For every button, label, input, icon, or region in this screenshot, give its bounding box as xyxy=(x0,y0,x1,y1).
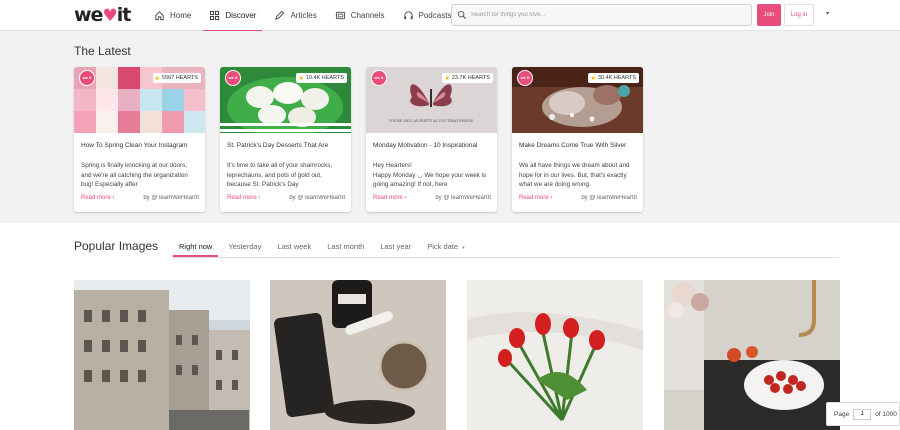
article-card[interactable]: YOU'RE ONLY AS PRETTY AS YOU TREAT PEOPL… xyxy=(366,67,497,212)
star-icon: ★ xyxy=(298,75,304,82)
hearts-count: 23.7K HEARTS xyxy=(451,75,490,81)
star-icon: ★ xyxy=(444,75,450,82)
nav-channels[interactable]: Channels xyxy=(331,0,389,31)
tulips-photo xyxy=(467,280,643,430)
popular-image[interactable] xyxy=(467,280,643,430)
hearts-count: 30.4K HEARTS xyxy=(597,75,636,81)
home-icon xyxy=(155,11,164,21)
popular-title: Popular Images xyxy=(74,239,159,253)
article-card-image[interactable]: we it ★ 10.4K HEARTS xyxy=(220,67,351,133)
article-card-excerpt: We all have things we dream about and ho… xyxy=(519,162,630,188)
tab-last-year[interactable]: Last year xyxy=(374,240,417,257)
channels-icon xyxy=(335,11,345,20)
nav-home-label: Home xyxy=(170,11,192,20)
article-card-title[interactable]: How To Spring Clean Your Instagram xyxy=(81,142,199,149)
search-icon xyxy=(457,10,467,20)
hearts-count: 5567 HEARTS xyxy=(162,75,198,81)
article-card[interactable]: we it ★ 10.4K HEARTS St. Patrick's Day De… xyxy=(220,67,351,212)
top-header: we♥it Home Discover Articles Channels Po… xyxy=(0,0,900,32)
weheartit-logo[interactable]: we♥it xyxy=(74,4,132,26)
weheartit-badge: we it xyxy=(371,70,387,86)
article-byline[interactable]: by @TeamWeHeartIt xyxy=(143,195,199,201)
nav-discover[interactable]: Discover xyxy=(203,0,263,32)
nav-podcasts-label: Podcasts xyxy=(418,11,452,20)
article-card[interactable]: we it ★ 30.4K HEARTS Make Dreams Come Tru… xyxy=(512,67,643,212)
paris-street-photo xyxy=(74,280,250,430)
tab-last-week[interactable]: Last week xyxy=(271,240,317,257)
article-card-footer: Read more › by @TeamWeHeartIt xyxy=(373,195,491,201)
latest-section: The Latest we it ★ 5567 HEARTS How To Spr… xyxy=(0,31,900,223)
nav-podcasts[interactable]: Podcasts xyxy=(399,0,456,31)
heart-icon: ♥ xyxy=(102,6,117,26)
chevron-down-icon[interactable]: ▾ xyxy=(826,10,829,17)
article-card-title[interactable]: Make Dreams Come True With Silver xyxy=(519,142,637,149)
logo-suffix: it xyxy=(116,4,132,26)
star-icon: ★ xyxy=(590,75,596,82)
hearts-count-badge: ★ 23.7K HEARTS xyxy=(442,73,493,83)
nav-articles[interactable]: Articles xyxy=(270,0,320,31)
tab-pick-date-label: Pick date xyxy=(427,242,459,251)
login-button[interactable]: Log in xyxy=(784,4,814,26)
chevron-down-icon: ▾ xyxy=(462,245,465,251)
pager-total: of 1000 xyxy=(875,410,897,418)
star-icon: ★ xyxy=(154,75,161,82)
weheartit-badge: we it xyxy=(225,70,241,86)
read-more-link[interactable]: Read more › xyxy=(373,195,406,201)
headphones-icon xyxy=(403,11,413,20)
read-more-link[interactable]: Read more › xyxy=(227,195,260,201)
main-nav: Home Discover Articles Channels Podcasts xyxy=(150,0,465,32)
read-more-link[interactable]: Read more › xyxy=(81,195,114,201)
popular-image[interactable] xyxy=(270,280,446,430)
article-byline[interactable]: by @TeamWeHeartIt xyxy=(581,195,637,201)
pager-label: Page xyxy=(834,410,850,418)
article-card-image[interactable]: we it ★ 30.4K HEARTS xyxy=(512,67,643,133)
article-card-excerpt: Spring is finally knocking at our doors,… xyxy=(81,162,188,188)
strawberries-photo xyxy=(664,280,840,430)
weheartit-badge: we it xyxy=(517,70,533,86)
hearts-count: 10.4K HEARTS xyxy=(305,75,344,81)
tabs-divider xyxy=(173,257,839,258)
grid-icon xyxy=(210,10,220,21)
pagination-box: Page of 1000 xyxy=(826,402,900,426)
article-card-title[interactable]: St. Patrick's Day Desserts That Are xyxy=(227,142,345,149)
tab-pick-date[interactable]: Pick date ▾ xyxy=(421,240,470,257)
nav-discover-label: Discover xyxy=(225,11,257,20)
search-box[interactable] xyxy=(451,4,752,26)
logo-text: we xyxy=(74,4,103,26)
article-byline[interactable]: by @TeamWeHeartIt xyxy=(435,195,491,201)
popular-image[interactable] xyxy=(74,280,250,430)
read-more-link[interactable]: Read more › xyxy=(519,195,552,201)
nav-channels-label: Channels xyxy=(350,11,385,20)
nav-articles-label: Articles xyxy=(290,11,317,20)
article-card-footer: Read more › by @TeamWeHeartIt xyxy=(81,195,199,201)
hearts-count-badge: ★ 10.4K HEARTS xyxy=(296,73,347,83)
image-caption: YOU'RE ONLY AS PRETTY AS YOU TREAT PEOPL… xyxy=(388,119,474,123)
article-card-image[interactable]: we it ★ 5567 HEARTS xyxy=(74,67,205,133)
time-tabs: Right now Yesterday Last week Last month… xyxy=(173,240,475,258)
tab-last-month[interactable]: Last month xyxy=(321,240,370,257)
article-byline[interactable]: by @TeamWeHeartIt xyxy=(289,195,345,201)
latest-title: The Latest xyxy=(74,44,131,58)
hearts-count-badge: ★ 30.4K HEARTS xyxy=(588,73,639,83)
article-card-image[interactable]: YOU'RE ONLY AS PRETTY AS YOU TREAT PEOPL… xyxy=(366,67,497,133)
article-card-footer: Read more › by @TeamWeHeartIt xyxy=(519,195,637,201)
nav-home[interactable]: Home xyxy=(150,0,195,31)
article-card-title[interactable]: Monday Motivation - 10 Inspirational xyxy=(373,142,491,149)
weheartit-badge: we it xyxy=(79,70,95,86)
hearts-count-badge: ★ 5567 HEARTS xyxy=(152,73,201,83)
article-card-excerpt: It's time to take all of your shamrocks,… xyxy=(227,162,333,188)
article-card-footer: Read more › by @TeamWeHeartIt xyxy=(227,195,345,201)
pen-icon xyxy=(275,10,285,20)
article-card-excerpt: Hey Hearters! Happy Monday ◡ We hope you… xyxy=(373,162,487,188)
join-button[interactable]: Join xyxy=(757,4,781,26)
page-number-input[interactable] xyxy=(853,408,872,420)
search-input[interactable] xyxy=(471,12,741,18)
popular-image[interactable] xyxy=(664,280,840,430)
article-card[interactable]: we it ★ 5567 HEARTS How To Spring Clean Y… xyxy=(74,67,205,212)
tab-yesterday[interactable]: Yesterday xyxy=(222,240,267,257)
tab-right-now[interactable]: Right now xyxy=(173,240,219,257)
popular-section: Popular Images Right now Yesterday Last … xyxy=(0,223,900,430)
flatlay-photo xyxy=(270,280,446,430)
